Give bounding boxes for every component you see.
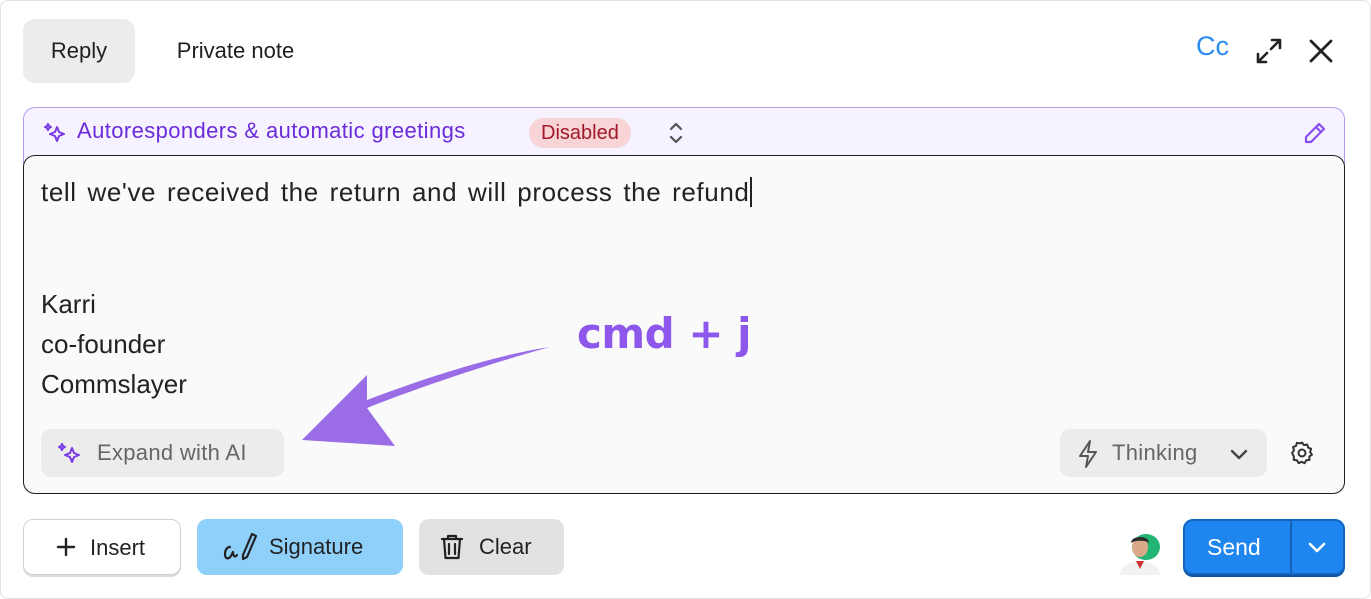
signature-button[interactable]: Signature bbox=[197, 519, 403, 575]
chevron-down-icon[interactable] bbox=[1306, 540, 1328, 556]
lightning-icon bbox=[1079, 440, 1097, 468]
chevron-down-icon bbox=[1230, 449, 1248, 460]
pencil-icon[interactable] bbox=[1302, 120, 1328, 146]
cc-button[interactable]: Cc bbox=[1196, 31, 1229, 62]
expand-icon[interactable] bbox=[1253, 35, 1285, 67]
gear-icon[interactable] bbox=[1289, 440, 1315, 466]
signature-line: Commslayer bbox=[41, 369, 187, 399]
clear-label: Clear bbox=[479, 534, 532, 559]
tab-reply-label: Reply bbox=[50, 38, 108, 63]
send-button[interactable]: Send bbox=[1183, 519, 1345, 575]
send-divider bbox=[1290, 521, 1292, 573]
message-text[interactable]: tell we've received the return and will … bbox=[41, 177, 753, 208]
text-caret bbox=[750, 177, 753, 207]
expand-with-ai-label: Expand with AI bbox=[97, 440, 247, 465]
tab-private-note[interactable]: Private note bbox=[148, 19, 323, 83]
avatar[interactable] bbox=[1116, 527, 1164, 575]
signature-label: Signature bbox=[269, 534, 364, 559]
chevron-updown-icon[interactable] bbox=[664, 120, 688, 146]
signature-icon bbox=[223, 532, 258, 561]
tab-private-note-label: Private note bbox=[176, 38, 295, 63]
thinking-mode-select[interactable]: Thinking bbox=[1060, 429, 1267, 477]
insert-label: Insert bbox=[90, 535, 146, 560]
send-label: Send bbox=[1207, 534, 1261, 560]
plus-icon bbox=[56, 537, 76, 557]
clear-button[interactable]: Clear bbox=[419, 519, 564, 575]
expand-with-ai-button[interactable]: Expand with AI bbox=[41, 429, 284, 477]
shortcut-annotation: cmd + j bbox=[577, 309, 752, 358]
sparkle-icon bbox=[58, 443, 80, 463]
insert-button[interactable]: Insert bbox=[23, 519, 181, 575]
trash-icon bbox=[440, 534, 464, 560]
autoresponder-label[interactable]: Autoresponders & automatic greetings bbox=[77, 118, 466, 144]
tab-reply[interactable]: Reply bbox=[23, 19, 135, 83]
message-text-content: tell we've received the return and will … bbox=[41, 177, 750, 207]
sparkle-icon bbox=[44, 123, 65, 142]
thinking-mode-label: Thinking bbox=[1112, 440, 1198, 465]
signature-line: Karri bbox=[41, 289, 96, 319]
signature-line: co-founder bbox=[41, 329, 166, 359]
annotation-arrow bbox=[302, 347, 550, 446]
status-badge: Disabled bbox=[529, 118, 631, 148]
close-icon[interactable] bbox=[1305, 35, 1337, 67]
